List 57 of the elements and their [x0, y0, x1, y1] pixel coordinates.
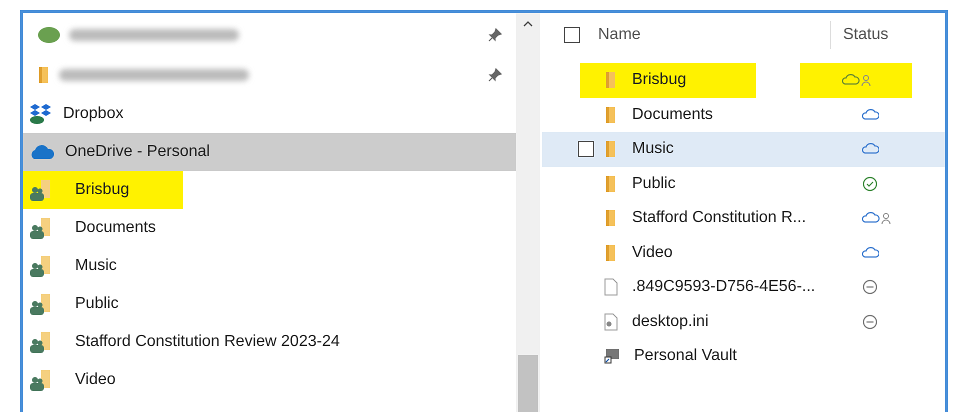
settings-file-icon: [604, 312, 618, 331]
file-name: Video: [632, 244, 673, 262]
folder-icon: [604, 174, 618, 193]
file-row[interactable]: Public: [542, 166, 945, 201]
file-row[interactable]: Stafford Constitution R...: [542, 201, 945, 236]
shared-folder-icon: [29, 292, 53, 316]
column-header[interactable]: Name: [598, 21, 831, 49]
file-name: Brisbug: [632, 71, 686, 90]
file-row[interactable]: .849C9593-D756-4E56-...: [542, 270, 945, 304]
shared-folder-icon: [29, 368, 53, 392]
file-row[interactable]: Music: [542, 132, 945, 166]
file-row[interactable]: Documents: [542, 98, 945, 132]
folder-icon: [604, 71, 618, 90]
scrollbar[interactable]: [516, 13, 540, 412]
file-row[interactable]: desktop.ini: [542, 304, 945, 339]
shared-folder-icon: [29, 330, 53, 354]
nav-item[interactable]: Documents: [23, 209, 516, 247]
file-row[interactable]: Personal Vault: [542, 339, 945, 374]
file-name: Music: [632, 140, 674, 158]
nav-label: Music: [74, 256, 118, 276]
folder-icon: [604, 106, 618, 124]
shared-folder-icon: [29, 178, 53, 202]
folder-icon: [604, 209, 618, 228]
dropbox-icon: [29, 103, 53, 125]
nav-item[interactable]: Video: [23, 361, 516, 399]
file-name: .849C9593-D756-4E56-...: [632, 278, 816, 296]
row-checkbox[interactable]: [578, 141, 594, 158]
cloud-icon: [29, 144, 55, 160]
select-all-checkbox[interactable]: [564, 27, 580, 43]
nav-item[interactable]: OneDrive - Personal: [23, 133, 516, 171]
shared-folder-icon: [29, 216, 53, 240]
file-name: Documents: [632, 106, 713, 124]
nav-label: Public: [74, 294, 120, 314]
file-name: Personal Vault: [634, 347, 737, 366]
nav-item[interactable]: Dropbox: [23, 95, 516, 133]
nav-label: Documents: [74, 218, 157, 238]
column-header[interactable]: Status: [843, 26, 888, 44]
shared-folder-icon: [29, 254, 53, 278]
nav-item[interactable]: Public: [23, 285, 516, 323]
vault-shortcut-icon: [604, 348, 620, 364]
nav-item[interactable]: Stafford Constitution Review 2023-24: [23, 323, 516, 361]
scrollbar-thumb[interactable]: [518, 355, 538, 412]
file-icon: [604, 278, 618, 296]
nav-label: Stafford Constitution Review 2023-24: [74, 332, 341, 352]
folder-icon: [604, 140, 618, 158]
file-row[interactable]: Brisbug: [542, 63, 945, 98]
file-name: Public: [632, 174, 676, 193]
nav-label: Dropbox: [62, 104, 124, 124]
file-name: desktop.ini: [632, 312, 708, 331]
nav-label: OneDrive - Personal: [64, 142, 211, 162]
folder-icon: [37, 66, 51, 84]
nav-item[interactable]: Music: [23, 247, 516, 285]
nav-label: Video: [74, 370, 117, 390]
folder-icon: [604, 244, 618, 262]
scroll-up-icon[interactable]: [523, 21, 533, 27]
file-name: Stafford Constitution R...: [632, 209, 806, 228]
file-row[interactable]: Video: [542, 236, 945, 270]
